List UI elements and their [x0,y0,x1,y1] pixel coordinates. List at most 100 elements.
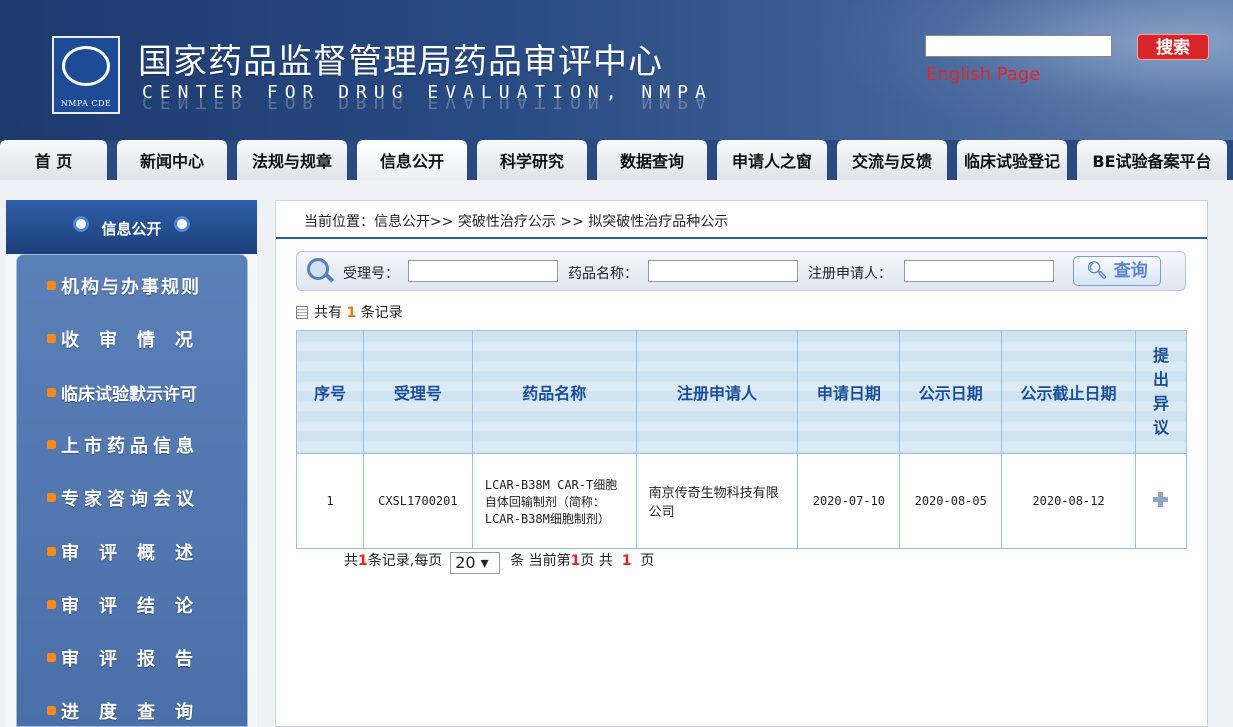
table-header-row: 序号 受理号 药品名称 注册申请人 申请日期 公示日期 公示截止日期 提出异议 [296,330,1188,454]
sidebar-title-label: 信息公开 [101,220,162,238]
rss-icon [47,547,56,556]
nav-tab-home[interactable]: 首 页 [0,140,107,180]
sidebar-item-review-status[interactable]: 收审情况 [47,326,213,352]
cell-no: 1 [296,453,364,549]
pagination: 共1条记录,每页 20 ▾ 条 当前第1页 共 1 页 [344,550,654,574]
table-row: 1 CXSL1700201 LCAR-B38M CAR-T细胞自体回输制剂（简称… [296,453,1188,549]
sidebar-item-label: 上市药品信息 [61,436,199,457]
rss-icon [47,493,56,502]
bullet-icon [173,216,190,232]
sidebar-item-label: 收审情况 [61,330,213,351]
breadcrumb-text: 当前位置：信息公开>> 突破性治疗公示 >> 拟突破性治疗品种公示 [304,214,729,230]
sidebar-item-review-conclusion[interactable]: 审评结论 [47,592,213,618]
site-header: NMPA CDE 国家药品监督管理局药品审评中心 CENTER FOR DRUG… [0,0,1233,140]
logo-emblem-icon [62,46,110,86]
sidebar-item-progress-query[interactable]: 进度查询 [47,698,213,724]
plus-icon[interactable] [1153,492,1169,507]
sidebar-item-label: 进度查询 [61,702,213,723]
record-count: 共有 1 条记录 [296,302,403,322]
sidebar-item-review-report[interactable]: 审评报告 [47,645,213,671]
rss-icon [47,388,56,397]
record-count-number: 1 [346,305,357,321]
logo-caption: NMPA CDE [60,99,112,108]
col-header-apply-date[interactable]: 申请日期 [797,330,901,454]
acceptance-no-input[interactable] [408,260,558,282]
sidebar: 信息公开 机构与办事规则 收审情况 临床试验默示许可 上市药品信息 专家咨询会议… [6,200,257,727]
rss-icon [47,653,56,662]
query-search-icon: 🔍︎ [1086,261,1108,281]
cell-applicant: 南京传奇生物科技有限公司 [635,453,799,549]
sidebar-item-label: 临床试验默示许可 [61,385,197,405]
record-count-suffix: 条记录 [360,305,403,321]
nav-tab-applicant[interactable]: 申请人之窗 [717,140,827,180]
main-nav: 首 页 新闻中心 法规与规章 信息公开 科学研究 数据查询 申请人之窗 交流与反… [0,140,1233,180]
nav-tab-data-query[interactable]: 数据查询 [597,140,707,180]
sidebar-item-label: 审评报告 [61,649,213,670]
col-header-publish-date[interactable]: 公示日期 [899,330,1003,454]
site-title: 国家药品监督管理局药品审评中心 [138,42,663,82]
cell-acceptance-no: CXSL1700201 [362,453,473,549]
col-header-drug-name[interactable]: 药品名称 [471,330,637,454]
col-header-no[interactable]: 序号 [296,330,364,454]
site-search-button[interactable]: 搜索 [1137,34,1209,60]
sidebar-item-label: 审评概述 [61,543,213,564]
nav-tab-feedback[interactable]: 交流与反馈 [837,140,947,180]
col-header-acceptance-no[interactable]: 受理号 [362,330,473,454]
site-search-input[interactable] [925,35,1112,57]
rss-icon [47,281,56,290]
col-header-applicant[interactable]: 注册申请人 [635,330,799,454]
sidebar-item-expert-meeting[interactable]: 专家咨询会议 [47,485,199,511]
nav-tab-regulations[interactable]: 法规与规章 [237,140,347,180]
cell-drug-name: LCAR-B38M CAR-T细胞自体回输制剂（简称：LCAR-B38M细胞制剂… [471,453,637,549]
page-size-select[interactable]: 20 ▾ [450,552,501,574]
applicant-label: 注册申请人： [808,266,892,282]
applicant-input[interactable] [904,260,1054,282]
pager-total-pages: 1 [621,553,632,569]
nav-tab-info-disclosure[interactable]: 信息公开 [357,140,467,180]
rss-icon [47,706,56,715]
col-header-deadline[interactable]: 公示截止日期 [1001,330,1136,454]
sidebar-item-review-overview[interactable]: 审评概述 [47,539,213,565]
acceptance-no-label: 受理号： [343,266,399,282]
sidebar-item-rules[interactable]: 机构与办事规则 [47,273,201,299]
pager-text: 条 当前第 [510,553,571,569]
results-table: 序号 受理号 药品名称 注册申请人 申请日期 公示日期 公示截止日期 提出异议 … [296,330,1188,549]
sidebar-menu: 机构与办事规则 收审情况 临床试验默示许可 上市药品信息 专家咨询会议 审评概述… [16,254,248,727]
pager-text: 页 共 [580,553,613,569]
sidebar-title: 信息公开 [6,200,257,254]
pager-total-records: 1 [358,553,368,569]
cell-publish-date: 2020-08-05 [899,453,1003,549]
pager-text: 页 [640,553,655,569]
nav-tab-news[interactable]: 新闻中心 [117,140,227,180]
sidebar-item-label: 机构与办事规则 [61,277,201,298]
breadcrumb: 当前位置：信息公开>> 突破性治疗公示 >> 拟突破性治疗品种公示 [276,201,1207,239]
rss-icon [47,334,56,343]
cell-deadline: 2020-08-12 [1001,453,1136,549]
nav-tab-clinical-trial[interactable]: 临床试验登记 [957,140,1067,180]
rss-icon [47,440,56,449]
magnifier-handle-icon [324,273,335,283]
sidebar-item-label: 专家咨询会议 [61,489,199,510]
pager-current-page: 1 [570,553,581,569]
nav-tab-be-platform[interactable]: BE试验备案平台 [1077,140,1227,180]
bullet-icon [73,216,90,232]
sidebar-item-implied-approval[interactable]: 临床试验默示许可 [47,380,197,405]
cell-apply-date: 2020-07-10 [797,453,901,549]
pager-text: 共 [344,553,358,569]
query-button-label: 查询 [1113,261,1148,281]
site-subtitle-reflection: CENTER FOR DRUG EVALUATION, NMPA [142,98,713,112]
cell-objection[interactable] [1134,453,1188,549]
search-filter-bar: 受理号： 药品名称： 注册申请人： 🔍︎ 查询 [296,251,1186,291]
sidebar-item-label: 审评结论 [61,596,213,617]
english-page-link[interactable]: English Page [926,64,1040,85]
cde-logo[interactable]: NMPA CDE [52,36,120,114]
query-button[interactable]: 🔍︎ 查询 [1073,256,1161,286]
drug-name-input[interactable] [648,260,798,282]
col-header-objection: 提出异议 [1134,330,1188,454]
pager-text: 条记录,每页 [367,553,443,569]
list-icon [296,306,308,319]
record-count-prefix: 共有 [314,305,342,321]
sidebar-item-marketed-drugs[interactable]: 上市药品信息 [47,432,199,458]
drug-name-label: 药品名称： [568,266,638,282]
nav-tab-research[interactable]: 科学研究 [477,140,587,180]
